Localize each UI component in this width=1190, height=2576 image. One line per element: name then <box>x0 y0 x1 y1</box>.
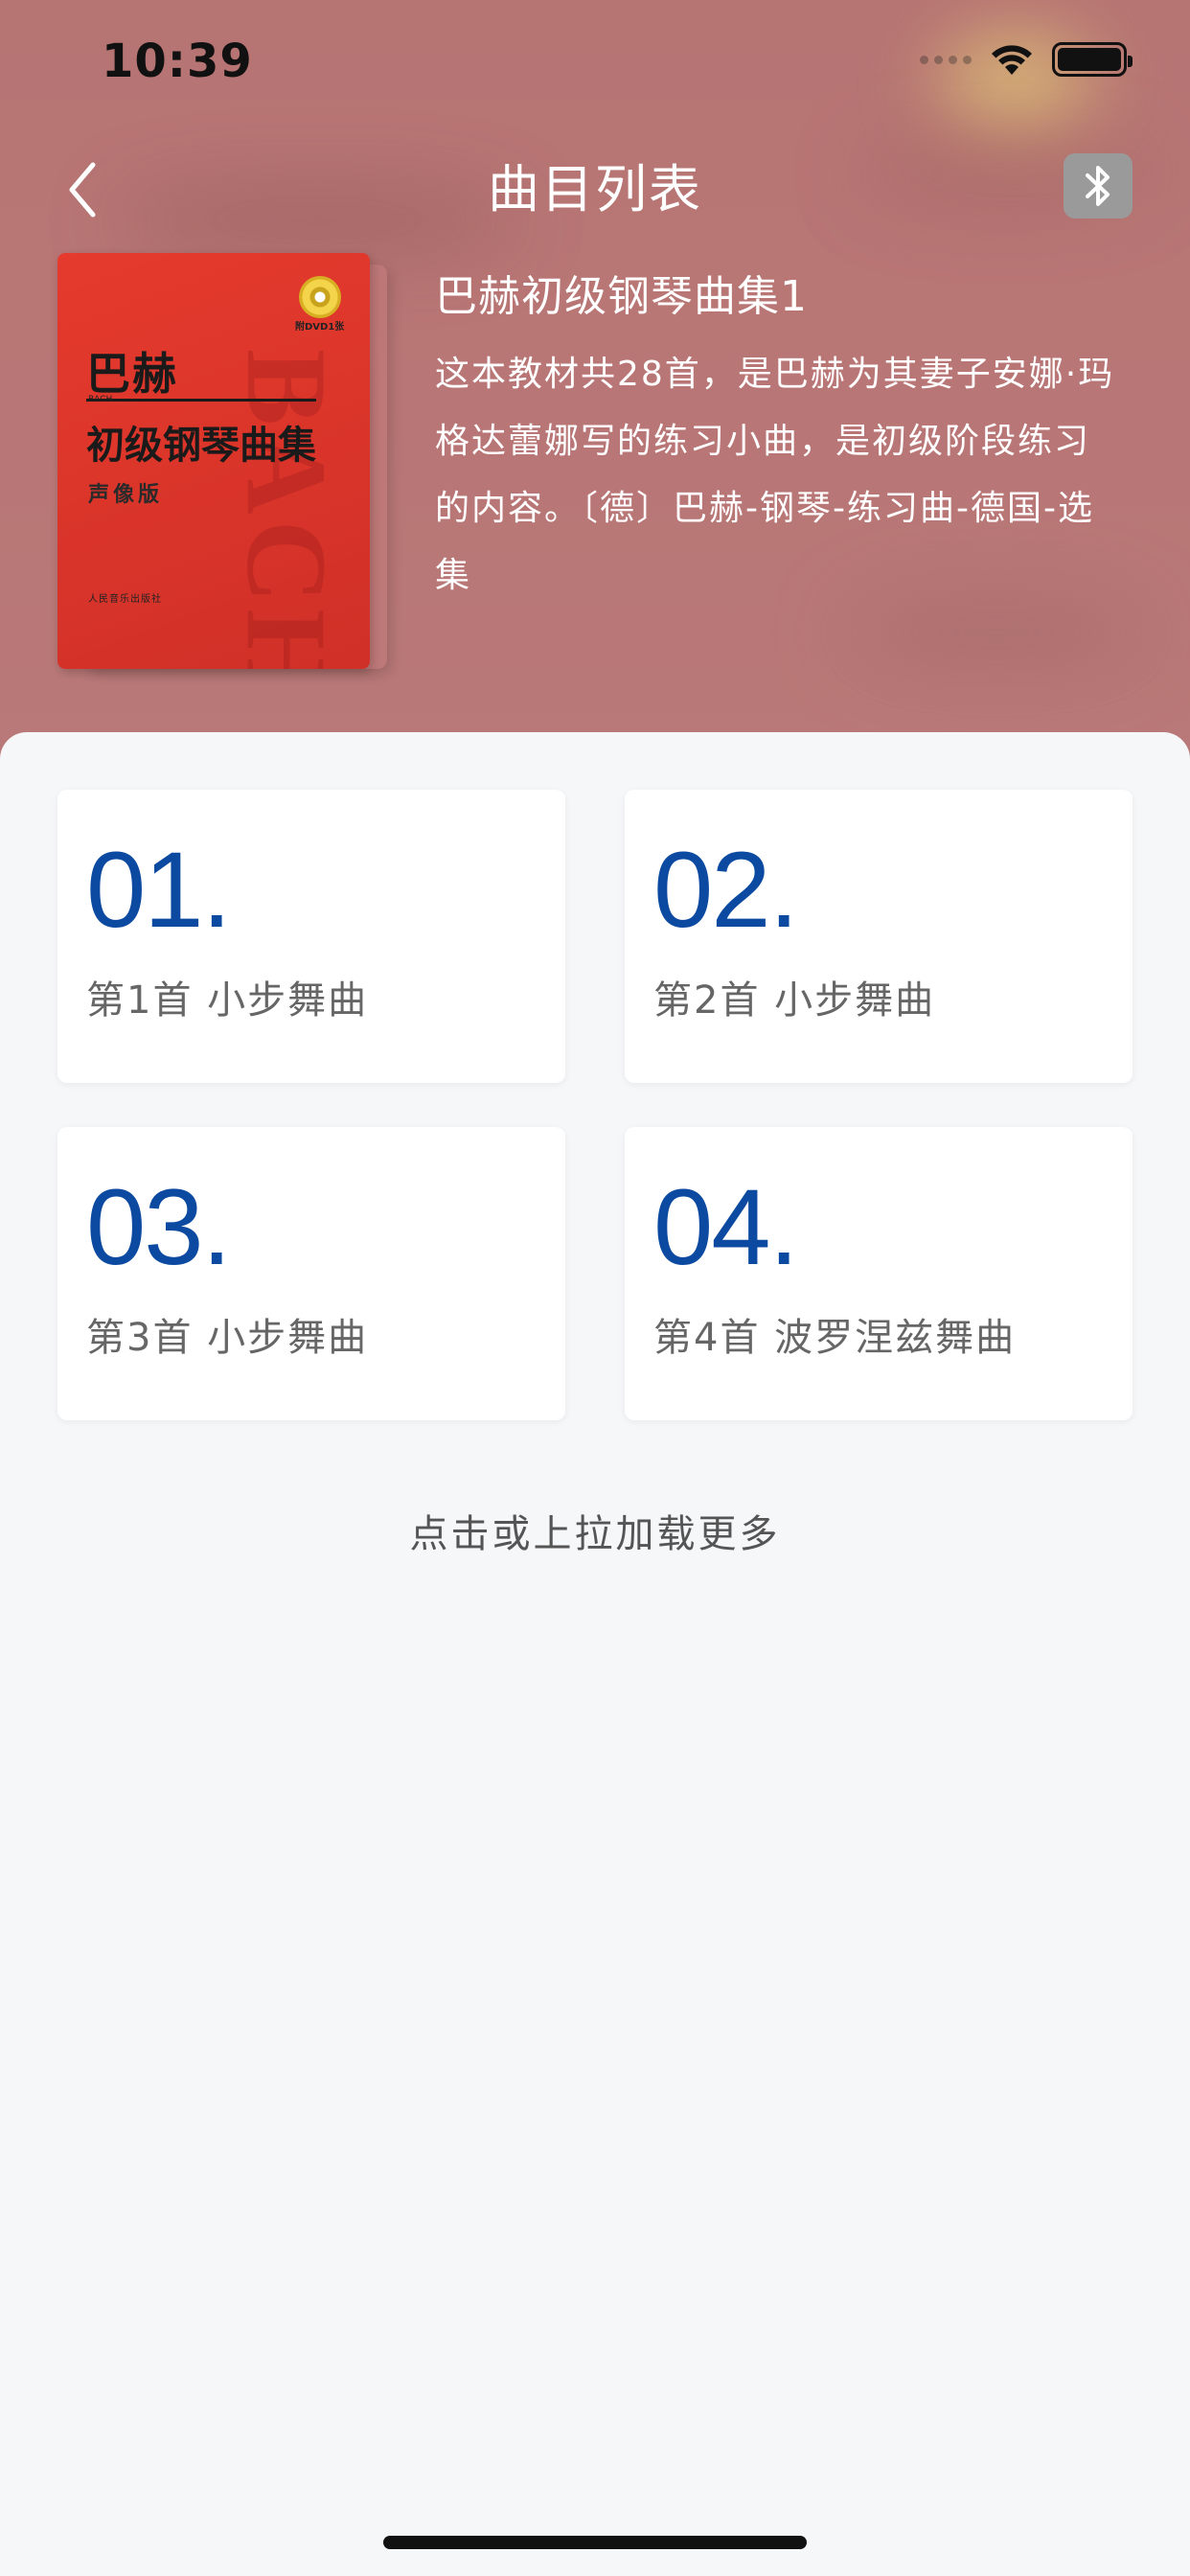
track-card[interactable]: 03. 第3首 小步舞曲 <box>57 1127 565 1420</box>
track-list-panel: 01. 第1首 小步舞曲 02. 第2首 小步舞曲 03. 第3首 小步舞曲 0… <box>0 732 1190 2576</box>
status-indicators <box>920 42 1133 77</box>
track-name: 第3首 小步舞曲 <box>86 1316 369 1360</box>
header-background: 10:39 曲目列表 BACH 附DVD1张 巴赫 BACH 初级钢琴曲集 声像… <box>0 0 1190 767</box>
chevron-left-icon <box>69 162 96 218</box>
cover-edition: 声像版 <box>88 483 164 507</box>
status-time: 10:39 <box>102 34 253 88</box>
track-card[interactable]: 01. 第1首 小步舞曲 <box>57 790 565 1083</box>
home-indicator <box>383 2536 807 2549</box>
back-button[interactable] <box>54 153 111 226</box>
cover-dvd-label: 附DVD1张 <box>295 322 345 333</box>
battery-icon <box>1052 42 1133 77</box>
track-card[interactable]: 02. 第2首 小步舞曲 <box>625 790 1133 1083</box>
cellular-signal-icon <box>920 55 972 64</box>
track-number: 04. <box>653 1167 799 1287</box>
cover-watermark: BACH <box>223 349 351 669</box>
cover-title-line2: 初级钢琴曲集 <box>86 424 316 468</box>
track-card[interactable]: 04. 第4首 波罗涅兹舞曲 <box>625 1127 1133 1420</box>
cover-publisher: 人民音乐出版社 <box>88 594 162 605</box>
track-number: 02. <box>653 830 799 950</box>
track-name: 第1首 小步舞曲 <box>86 978 369 1023</box>
track-number: 03. <box>86 1167 232 1287</box>
bluetooth-button[interactable] <box>1064 153 1133 218</box>
screen: 10:39 曲目列表 BACH 附DVD1张 巴赫 BACH 初级钢琴曲集 声像… <box>0 0 1190 2576</box>
book-cover: BACH 附DVD1张 巴赫 BACH 初级钢琴曲集 声像版 人民音乐出版社 <box>57 253 370 669</box>
wifi-icon <box>989 42 1035 77</box>
cover-title-line1: 巴赫 <box>86 348 178 400</box>
cover-divider <box>86 399 316 402</box>
load-more-button[interactable]: 点击或上拉加载更多 <box>0 1503 1190 1558</box>
book-description: 这本教材共28首，是巴赫为其妻子安娜·玛格达蕾娜写的练习小曲，是初级阶段练习的内… <box>435 355 1115 595</box>
page-title: 曲目列表 <box>488 159 702 219</box>
cover-subtitle: BACH <box>88 395 113 404</box>
dvd-disc-icon <box>299 276 341 318</box>
track-name: 第2首 小步舞曲 <box>653 978 936 1023</box>
bluetooth-icon <box>1086 166 1110 206</box>
book-title: 巴赫初级钢琴曲集1 <box>435 272 808 321</box>
track-number: 01. <box>86 830 232 950</box>
track-name: 第4首 波罗涅兹舞曲 <box>653 1316 1017 1360</box>
